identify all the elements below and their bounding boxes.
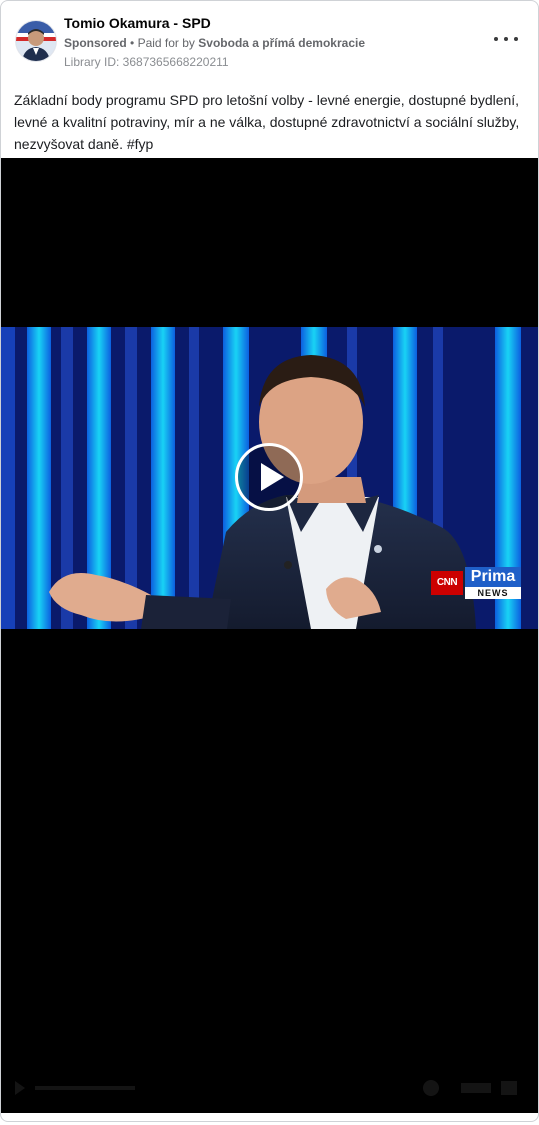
more-options-icon[interactable] xyxy=(494,33,518,45)
page-avatar[interactable] xyxy=(15,20,57,62)
post-caption: Základní body programu SPD pro letošní v… xyxy=(14,92,520,152)
video-controls[interactable] xyxy=(1,1073,538,1103)
post-header: Tomio Okamura - SPD Sponsored • Paid for… xyxy=(15,15,524,75)
news-logo: NEWS xyxy=(465,587,521,599)
ad-card: Tomio Okamura - SPD Sponsored • Paid for… xyxy=(0,0,539,1122)
paid-for-by[interactable]: Svoboda a přímá demokracie xyxy=(198,36,365,50)
cnn-logo: CNN xyxy=(431,571,463,595)
sponsored-line: Sponsored • Paid for by Svoboda a přímá … xyxy=(64,35,484,51)
prima-logo: Prima xyxy=(465,567,521,587)
play-icon[interactable] xyxy=(235,443,303,511)
video-player[interactable] xyxy=(1,158,538,1113)
paid-for-prefix: Paid for by xyxy=(137,36,195,50)
library-id: Library ID: 3687365668220211 xyxy=(64,55,229,69)
page-name[interactable]: Tomio Okamura - SPD xyxy=(64,15,484,32)
post-meta: Tomio Okamura - SPD Sponsored • Paid for… xyxy=(64,15,484,70)
cnn-prima-news-logo: CNN Prima NEWS xyxy=(431,567,521,599)
separator-dot: • xyxy=(130,36,135,50)
avatar-image xyxy=(16,21,56,61)
sponsored-label: Sponsored xyxy=(64,36,127,50)
